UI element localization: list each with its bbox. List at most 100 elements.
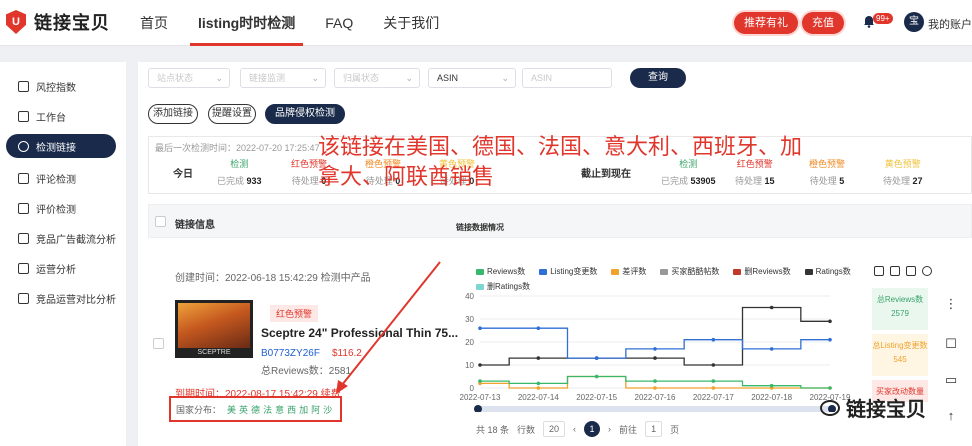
add-link-button[interactable]: 添加链接 — [148, 104, 198, 124]
recharge-button[interactable]: 充值 — [802, 12, 844, 34]
legend-label: Listing变更数 — [550, 267, 598, 276]
country-code: 西 — [287, 405, 297, 415]
nav-home[interactable]: 首页 — [140, 0, 168, 46]
product-title[interactable]: Sceptre 24" Professional Thin 75... — [261, 326, 458, 340]
stat-title: 橙色预警 — [809, 159, 846, 169]
rows-per-page-select[interactable]: 20 — [543, 421, 566, 437]
page-1[interactable]: 1 — [584, 421, 601, 437]
stat-2: 橙色预警 待处理 5 — [809, 157, 845, 187]
legend-item[interactable]: 买家酷酷帖数 — [660, 266, 719, 277]
chart-title: 链接数据情况 — [456, 223, 504, 232]
sidebar-item-label: 竞品广告截流分析 — [36, 234, 116, 246]
stat-value-label: 待处理 — [883, 176, 911, 186]
owner-status-select[interactable]: 归属状态 ⌄ — [334, 68, 420, 88]
product-price: $116.2 — [332, 348, 362, 359]
legend-label: 差评数 — [622, 267, 647, 276]
query-button[interactable]: 查询 — [630, 68, 686, 88]
stat-value: 待处理 27 — [883, 174, 923, 187]
sidebar-item-ad-analysis[interactable]: 竞品广告截流分析 — [6, 226, 116, 250]
prev-page-icon[interactable]: ‹ — [573, 424, 576, 434]
document-icon — [18, 202, 29, 214]
legend-item[interactable]: 差评数 — [611, 266, 646, 277]
sidebar-item-review-check[interactable]: 评论检测 — [6, 166, 116, 190]
chevron-down-icon: ⌄ — [311, 73, 319, 83]
avatar[interactable]: 宝 — [904, 12, 924, 32]
more-icon[interactable]: ⋮ — [942, 296, 960, 312]
legend-item[interactable]: Listing变更数 — [539, 266, 597, 277]
pagination: 共 18 条 行数 20 ‹ 1 › 前往 1 页 — [476, 419, 679, 439]
reminder-settings-button[interactable]: 提醒设置 — [208, 104, 256, 124]
goto-input[interactable]: 1 — [645, 421, 663, 437]
stat-3: 黄色预警待处理 27 — [883, 157, 923, 187]
sidebar-item-risk-index[interactable]: 风控指数 — [6, 74, 116, 98]
data-point — [536, 386, 541, 390]
legend-item[interactable]: 删Reviews数 — [733, 266, 791, 277]
sidebar-item-label: 评价检测 — [36, 204, 76, 216]
country-code: 沙 — [323, 405, 333, 415]
brand-infringement-button[interactable]: 品牌侵权检测 — [265, 104, 345, 124]
countries-label: 国家分布： — [176, 405, 222, 415]
data-point — [828, 386, 832, 390]
next-page-icon[interactable]: › — [608, 424, 611, 434]
site-status-select[interactable]: 站点状态 ⌄ — [148, 68, 230, 88]
x-tick-label: 2022-07-17 — [693, 393, 734, 402]
message-icon[interactable]: ▭ — [942, 372, 960, 388]
account-link[interactable]: 我的账户 — [928, 16, 972, 32]
legend-swatch — [733, 268, 742, 275]
stat-value-label: 待处理 — [809, 176, 837, 186]
top-bar: U 链接宝贝 首页 listing时时检测 FAQ 关于我们 推荐有礼 充值 9… — [0, 0, 972, 46]
stat-title: 黄色预警 — [884, 159, 921, 169]
country-code: 法 — [263, 405, 273, 415]
logo-mark: U — [6, 10, 26, 34]
nav-about[interactable]: 关于我们 — [383, 0, 439, 46]
sidebar-item-ops-analysis[interactable]: 运营分析 — [6, 256, 116, 280]
link-monitor-select[interactable]: 链接监测 ⌄ — [240, 68, 326, 88]
data-point — [594, 356, 599, 360]
created-time: 创建时间：2022-06-18 15:42:29 检测中产品 — [175, 273, 371, 284]
country-code: 英 — [239, 405, 249, 415]
reviews-icon[interactable] — [874, 266, 884, 276]
nav-faq[interactable]: FAQ — [325, 0, 353, 46]
y-tick-label: 30 — [465, 315, 474, 324]
sidebar-item-check-links[interactable]: 检测链接 — [6, 134, 116, 158]
listing-changes-card: 总Listing变更数 545 — [872, 334, 928, 376]
edit-icon[interactable] — [906, 266, 916, 276]
asin-link[interactable]: B0773ZY26F — [261, 348, 320, 359]
sidebar-item-label: 运营分析 — [36, 264, 76, 276]
legend-swatch — [804, 268, 813, 275]
table-header: 链接信息 — [148, 204, 972, 238]
doc-icon[interactable] — [890, 266, 900, 276]
asin-input[interactable]: ASIN — [522, 68, 612, 88]
back-to-top-icon[interactable]: ↑ — [942, 408, 960, 424]
country-code: 加 — [299, 405, 309, 415]
select-value: 归属状态 — [343, 73, 380, 83]
y-tick-label: 0 — [470, 384, 475, 393]
sidebar: 风控指数 工作台 检测链接 评论检测 评价检测 竞品广告截流分析 运营分析 竞品… — [0, 62, 126, 446]
sidebar-item-ops-compare[interactable]: 竞品运营对比分析 — [6, 286, 116, 310]
legend-label: Reviews数 — [487, 267, 526, 276]
chat-icon[interactable]: ☐ — [942, 336, 960, 352]
nav-listing-monitor[interactable]: listing时时检测 — [189, 0, 304, 46]
data-point — [711, 363, 716, 367]
legend-label: 买家酷酷帖数 — [671, 267, 720, 276]
legend-swatch — [539, 268, 548, 275]
row-checkbox[interactable] — [153, 338, 164, 349]
chevron-down-icon: ⌄ — [405, 73, 413, 83]
data-point — [711, 386, 716, 390]
data-point — [653, 356, 657, 360]
search-type-select[interactable]: ASIN ⌄ — [428, 68, 516, 88]
annotation-text: 该链接在美国、德国、法国、意大利、西班牙、加拿大、阿联酋销售 — [318, 134, 803, 189]
red-alert-tag: 红色预警 — [270, 305, 319, 322]
referral-button[interactable]: 推荐有礼 — [734, 12, 798, 34]
y-tick-label: 20 — [465, 338, 474, 347]
settings-icon[interactable] — [922, 266, 932, 276]
logo[interactable]: U 链接宝贝 — [6, 9, 110, 35]
thumb-brand: SCEPTRE — [197, 349, 231, 356]
legend-item[interactable]: Ratings数 — [804, 266, 851, 277]
sidebar-item-rating-check[interactable]: 评价检测 — [6, 196, 116, 220]
select-all-checkbox[interactable] — [155, 216, 166, 227]
legend-swatch — [611, 268, 620, 275]
legend-item[interactable]: Reviews数 — [476, 266, 525, 277]
sidebar-item-workbench[interactable]: 工作台 — [6, 104, 116, 128]
product-thumbnail[interactable]: SCEPTRE — [175, 300, 253, 358]
